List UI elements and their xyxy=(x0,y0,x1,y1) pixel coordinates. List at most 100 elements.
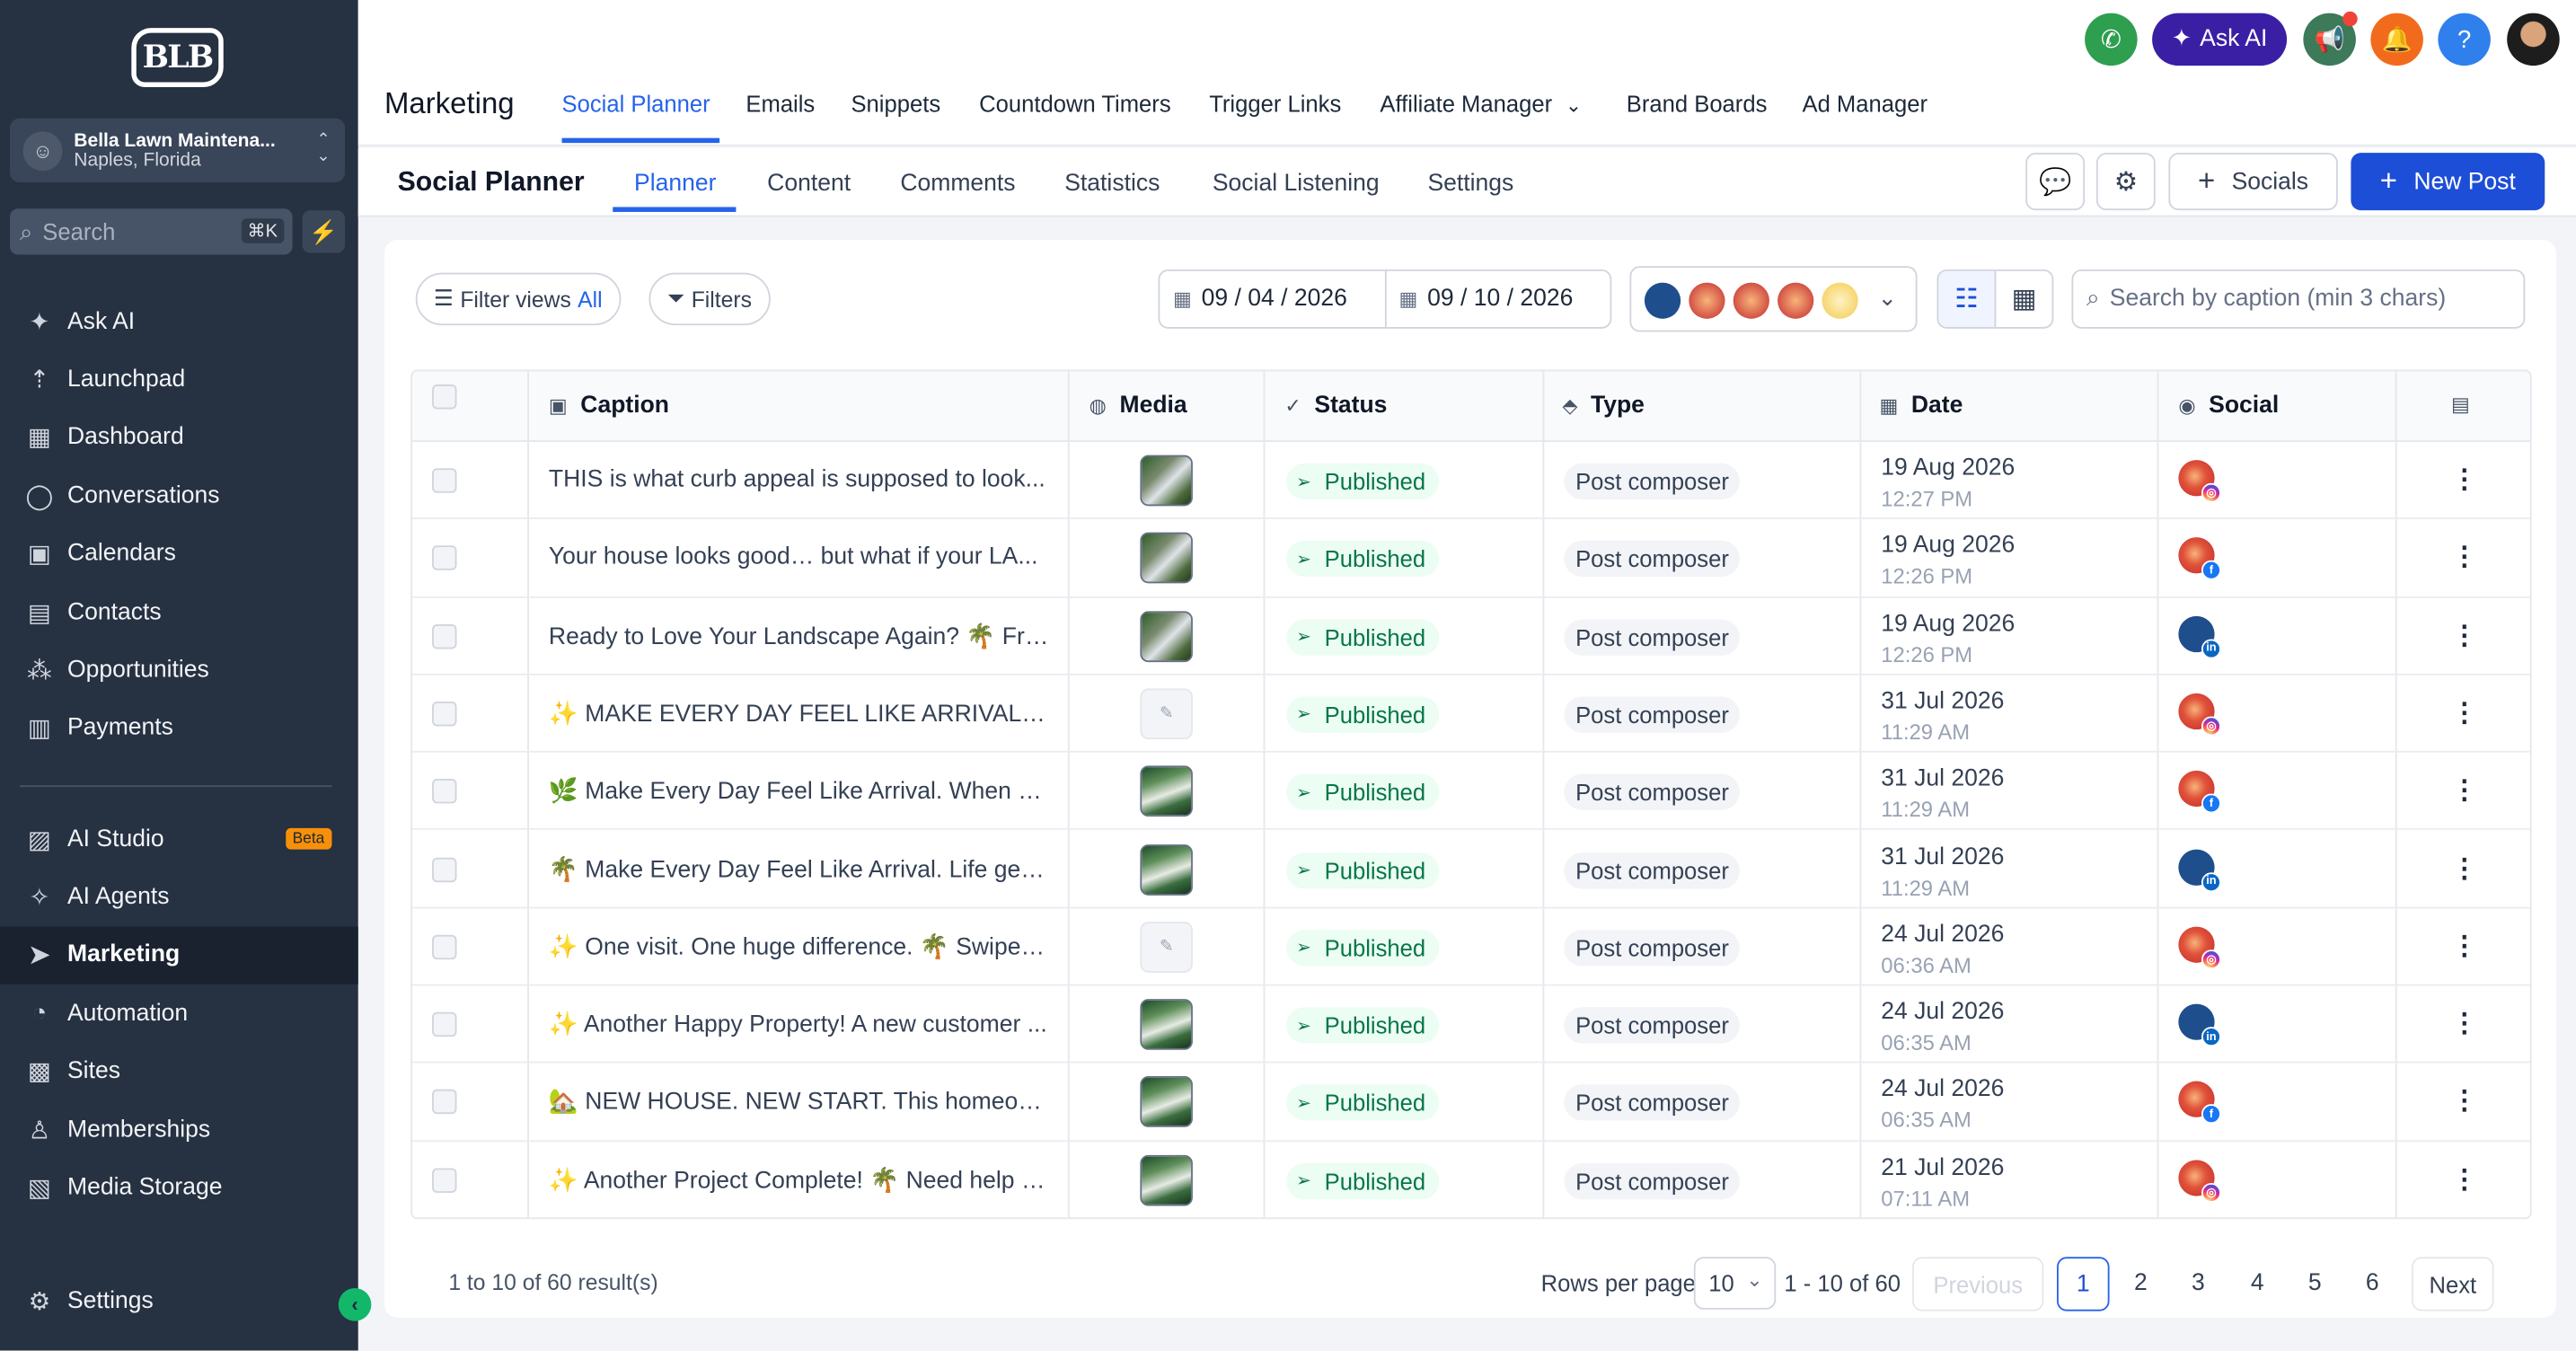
column-media[interactable]: ◍ Media xyxy=(1090,393,1187,419)
page-2-button[interactable]: 2 xyxy=(2134,1270,2148,1296)
column-date[interactable]: ▦ Date xyxy=(1879,393,1963,419)
tab-ad-manager[interactable]: Ad Manager xyxy=(1803,91,1928,117)
page-3-button[interactable]: 3 xyxy=(2192,1270,2205,1296)
new-post-button[interactable]: + New Post xyxy=(2351,153,2545,211)
media-thumbnail[interactable] xyxy=(1140,610,1193,662)
social-account-avatar[interactable]: ◎ xyxy=(2178,460,2221,503)
row-menu-icon[interactable]: ⋮ xyxy=(2451,852,2477,885)
media-thumbnail[interactable]: ✎ xyxy=(1140,921,1193,973)
row-menu-icon[interactable]: ⋮ xyxy=(2451,930,2477,963)
sidebar-item-launchpad[interactable]: ⇡ Launchpad xyxy=(0,350,358,408)
tab-social-planner[interactable]: Social Planner xyxy=(562,91,710,117)
view-toggle[interactable]: ☷ ▦ xyxy=(1936,269,2054,329)
subtab-planner[interactable]: Planner xyxy=(634,171,716,197)
subtab-content[interactable]: Content xyxy=(767,171,851,197)
page-5-button[interactable]: 5 xyxy=(2308,1270,2322,1296)
row-checkbox[interactable] xyxy=(432,1167,457,1193)
social-accounts-filter[interactable]: ⌄ xyxy=(1629,266,1918,332)
list-view-icon[interactable]: ☷ xyxy=(1938,270,1997,327)
date-to-field[interactable]: ▦ 09 / 10 / 2026 xyxy=(1383,270,1610,327)
table-row[interactable]: 🌿 Make Every Day Feel Like Arrival. When… xyxy=(412,753,2530,831)
row-menu-icon[interactable]: ⋮ xyxy=(2451,774,2477,808)
social-account-avatar[interactable]: f xyxy=(2178,771,2221,814)
column-social[interactable]: ◉ Social xyxy=(2178,393,2279,419)
row-menu-icon[interactable]: ⋮ xyxy=(2451,619,2477,652)
sidebar-item-ask-ai[interactable]: ✦ Ask AI xyxy=(0,293,358,350)
row-menu-icon[interactable]: ⋮ xyxy=(2451,464,2477,497)
page-6-button[interactable]: 6 xyxy=(2366,1270,2379,1296)
calendar-view-icon[interactable]: ▦ xyxy=(1996,271,2051,327)
sidebar-item-opportunities[interactable]: ⁂ Opportunities xyxy=(0,641,358,699)
tab-emails[interactable]: Emails xyxy=(745,91,815,117)
sidebar-item-automation[interactable]: ◔ Automation xyxy=(0,985,358,1042)
account-switcher[interactable]: ☺ Bella Lawn Maintena... Naples, Florida… xyxy=(9,118,346,183)
socials-button[interactable]: + Socials xyxy=(2168,153,2338,211)
media-thumbnail[interactable]: ✎ xyxy=(1140,688,1193,739)
sidebar-item-sites[interactable]: ▩ Sites xyxy=(0,1043,358,1100)
sidebar-item-marketing[interactable]: ➤ Marketing xyxy=(0,926,358,985)
table-row[interactable]: ✨ MAKE EVERY DAY FEEL LIKE ARRIVAL. Lif.… xyxy=(412,676,2530,754)
sidebar-item-contacts[interactable]: ▤ Contacts xyxy=(0,583,358,640)
filters-button[interactable]: ⏷ Filters xyxy=(648,272,771,326)
feedback-button[interactable]: 💬 xyxy=(2025,153,2086,211)
collapse-sidebar-button[interactable]: ‹ xyxy=(338,1287,372,1321)
social-account-avatar[interactable]: in xyxy=(2178,1003,2221,1047)
page-1-button[interactable]: 1 xyxy=(2057,1257,2110,1311)
caption-text[interactable]: ✨ MAKE EVERY DAY FEEL LIKE ARRIVAL. Lif.… xyxy=(549,700,1050,728)
ask-ai-button[interactable]: ✦ Ask AI xyxy=(2152,13,2288,66)
media-thumbnail[interactable] xyxy=(1140,999,1193,1050)
table-row[interactable]: THIS is what curb appeal is supposed to … xyxy=(412,442,2530,520)
row-checkbox[interactable] xyxy=(432,468,457,493)
sidebar-item-calendars[interactable]: ▣ Calendars xyxy=(0,525,358,583)
social-account-avatar[interactable]: ◎ xyxy=(2178,693,2221,737)
sidebar-item-payments[interactable]: ▥ Payments xyxy=(0,700,358,757)
tab-affiliate-manager[interactable]: Affiliate Manager ⌄ xyxy=(1380,91,1582,117)
caption-text[interactable]: THIS is what curb appeal is supposed to … xyxy=(549,466,1050,492)
column-status[interactable]: ✓ Status xyxy=(1284,393,1387,419)
filter-views-button[interactable]: ☰ Filter views All xyxy=(415,272,621,326)
social-account-avatar[interactable]: f xyxy=(2178,537,2221,581)
social-account-avatar[interactable]: ◎ xyxy=(2178,1159,2221,1203)
sidebar-item-media-storage[interactable]: ▧ Media Storage xyxy=(0,1159,358,1216)
media-thumbnail[interactable] xyxy=(1140,765,1193,817)
social-account-avatar[interactable]: in xyxy=(2178,615,2221,658)
page-4-button[interactable]: 4 xyxy=(2251,1270,2264,1296)
caption-text[interactable]: ✨ One visit. One huge difference. 🌴 Swip… xyxy=(549,933,1050,960)
select-all-checkbox[interactable] xyxy=(432,384,457,410)
table-row[interactable]: 🏡 NEW HOUSE. NEW START. This homeown... ➢… xyxy=(412,1064,2530,1142)
phone-icon[interactable]: ✆ xyxy=(2085,13,2138,66)
media-thumbnail[interactable] xyxy=(1140,1076,1193,1128)
row-menu-icon[interactable]: ⋮ xyxy=(2451,1085,2477,1118)
rows-per-page-select[interactable]: 10 ⌄ xyxy=(1693,1257,1777,1310)
caption-text[interactable]: 🌴 Make Every Day Feel Like Arrival. Life… xyxy=(549,855,1050,883)
user-avatar[interactable] xyxy=(2507,13,2560,66)
settings-button[interactable]: ⚙ xyxy=(2095,153,2156,211)
subtab-settings[interactable]: Settings xyxy=(1427,171,1513,197)
table-row[interactable]: 🌴 Make Every Day Feel Like Arrival. Life… xyxy=(412,831,2530,909)
table-row[interactable]: ✨ One visit. One huge difference. 🌴 Swip… xyxy=(412,908,2530,986)
table-row[interactable]: ✨ Another Project Complete! 🌴 Need help … xyxy=(412,1142,2530,1218)
social-account-avatar[interactable]: in xyxy=(2178,848,2221,892)
sidebar-item-memberships[interactable]: ♙ Memberships xyxy=(0,1100,358,1158)
lightning-icon[interactable]: ⚡ xyxy=(302,210,346,253)
row-checkbox[interactable] xyxy=(432,701,457,727)
date-from-field[interactable]: ▦ 09 / 04 / 2026 xyxy=(1160,271,1384,327)
sidebar-item-dashboard[interactable]: ▦ Dashboard xyxy=(0,409,358,466)
sidebar-item-conversations[interactable]: ◯ Conversations xyxy=(0,467,358,525)
caption-text[interactable]: ✨ Another Project Complete! 🌴 Need help … xyxy=(549,1166,1050,1194)
caption-text[interactable]: 🏡 NEW HOUSE. NEW START. This homeown... xyxy=(549,1089,1050,1116)
previous-page-button[interactable]: Previous xyxy=(1912,1257,2044,1311)
row-menu-icon[interactable]: ⋮ xyxy=(2451,696,2477,729)
brand-logo[interactable]: BLB xyxy=(131,28,224,87)
table-row[interactable]: ✨ Another Happy Property! A new customer… xyxy=(412,986,2530,1064)
caption-text[interactable]: Ready to Love Your Landscape Again? 🌴 Fr… xyxy=(549,622,1050,649)
tab-brand-boards[interactable]: Brand Boards xyxy=(1627,91,1768,117)
row-menu-icon[interactable]: ⋮ xyxy=(2451,541,2477,574)
column-caption[interactable]: ▣ Caption xyxy=(549,393,669,419)
help-icon[interactable]: ? xyxy=(2438,13,2491,66)
sidebar-item-settings[interactable]: ⚙ Settings xyxy=(0,1272,358,1329)
column-type[interactable]: ⬘ Type xyxy=(1562,393,1644,419)
subtab-statistics[interactable]: Statistics xyxy=(1064,171,1160,197)
social-account-avatar[interactable]: f xyxy=(2178,1082,2221,1125)
caption-text[interactable]: ✨ Another Happy Property! A new customer… xyxy=(549,1011,1050,1038)
